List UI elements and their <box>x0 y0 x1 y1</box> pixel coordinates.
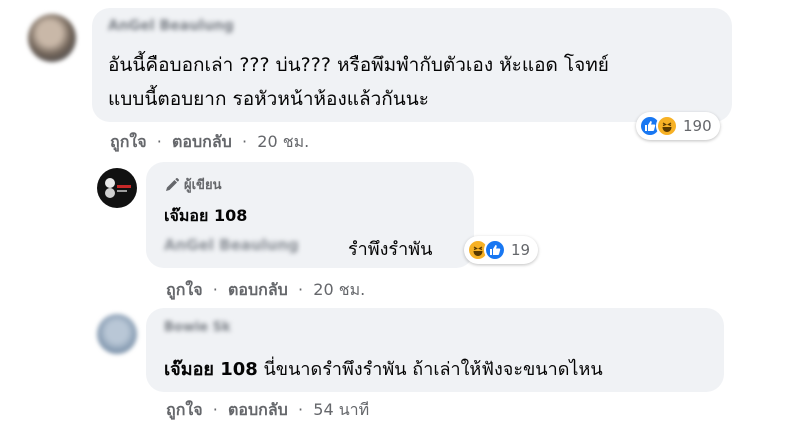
reply-author-name[interactable]: Bowie Sk <box>164 320 231 335</box>
pencil-icon <box>166 177 179 191</box>
comment-timestamp[interactable]: 20 ชม. <box>257 130 309 155</box>
reaction-count: 19 <box>511 241 531 259</box>
commenter-avatar[interactable] <box>97 314 137 354</box>
separator-dot: · <box>207 280 223 299</box>
like-icon <box>484 239 506 261</box>
comment-timestamp[interactable]: 54 นาที <box>313 398 369 423</box>
reply-author-name[interactable]: เจ๊มอย 108 <box>164 204 247 229</box>
reply-text: เจ๊มอย 108 นี่ขนาดรำพึงรำพัน ถ้าเล่าให้ฟ… <box>164 354 603 383</box>
reaction-summary[interactable]: 19 <box>464 236 539 264</box>
comment-text-line: แบบนี้ตอบยาก รอหัวหน้าห้องแล้วกันนะ <box>108 88 429 110</box>
comment-timestamp[interactable]: 20 ชม. <box>313 278 365 303</box>
reply-action[interactable]: ตอบกลับ <box>172 130 232 155</box>
reply-actions: ถูกใจ · ตอบกลับ · 54 นาที <box>166 398 369 423</box>
author-badge-label: ผู้เขียน <box>184 178 222 193</box>
like-action[interactable]: ถูกใจ <box>110 130 147 155</box>
author-badge: ผู้เขียน <box>164 174 221 195</box>
author-avatar[interactable] <box>97 168 137 208</box>
author-logo-icon <box>105 178 131 198</box>
reaction-count: 190 <box>683 117 712 135</box>
reply-actions: ถูกใจ · ตอบกลับ · 20 ชม. <box>166 278 365 303</box>
reply-action[interactable]: ตอบกลับ <box>228 278 288 303</box>
reply-body: นี่ขนาดรำพึงรำพัน ถ้าเล่าให้ฟังจะขนาดไหน <box>263 359 603 380</box>
separator-dot: · <box>151 132 167 151</box>
reply-text: รำพึงรำพัน <box>348 239 433 260</box>
separator-dot: · <box>236 132 253 151</box>
mention-tag[interactable]: เจ๊มอย 108 <box>164 359 258 380</box>
comment-text-line: อันนี้คือบอกเล่า ??? บ่น??? หรือพึมพำกับ… <box>108 54 609 76</box>
like-action[interactable]: ถูกใจ <box>166 278 203 303</box>
commenter-avatar[interactable] <box>28 14 76 62</box>
separator-dot: · <box>292 400 309 419</box>
comment-actions: ถูกใจ · ตอบกลับ · 20 ชม. <box>110 130 309 155</box>
separator-dot: · <box>292 280 309 299</box>
haha-icon <box>656 115 678 137</box>
like-action[interactable]: ถูกใจ <box>166 398 203 423</box>
reaction-summary[interactable]: 190 <box>636 112 720 140</box>
reply-action[interactable]: ตอบกลับ <box>228 398 288 423</box>
separator-dot: · <box>207 400 223 419</box>
comment-author-name[interactable]: AnGel Beaulung <box>108 18 234 34</box>
mention-tag[interactable]: AnGel Beaulung <box>164 236 299 254</box>
